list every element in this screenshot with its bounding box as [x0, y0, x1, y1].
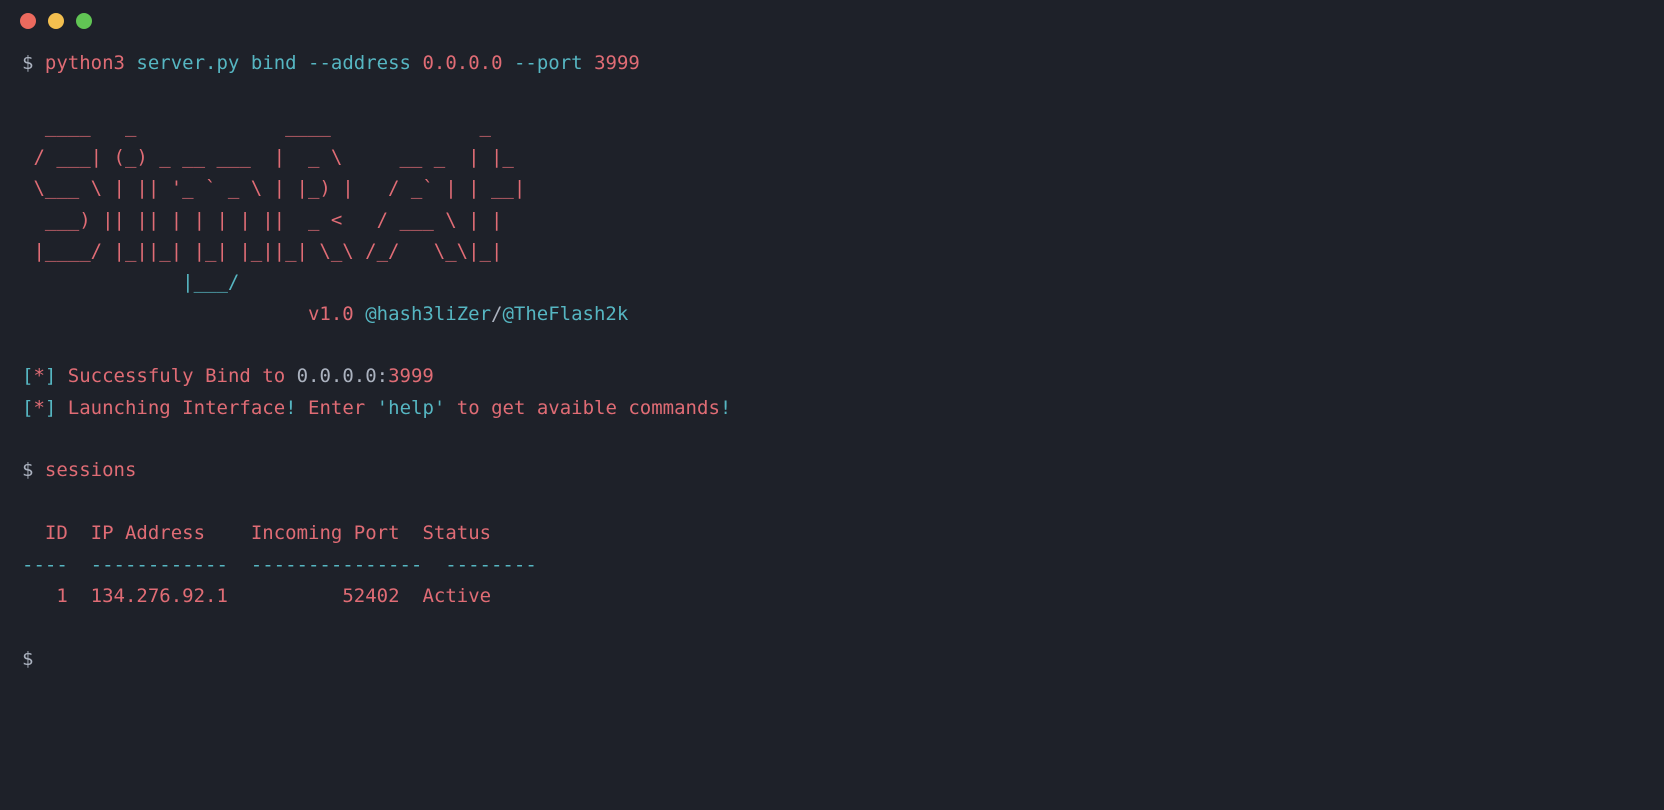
author-handle-1: @hash3liZer [365, 303, 491, 325]
version-text: v1.0 [308, 303, 365, 325]
cell-status: Active [422, 585, 491, 607]
help-keyword: help [388, 397, 434, 419]
col-hdr-ip: IP Address [91, 522, 228, 544]
banner-line [22, 303, 308, 325]
status-launch-a: Launching Interface [68, 397, 285, 419]
author-handle-2: @TheFlash2k [502, 303, 628, 325]
close-icon[interactable] [20, 13, 36, 29]
cmd-sub: bind [251, 52, 297, 74]
star-icon: * [33, 365, 44, 387]
prompt-symbol: $ [22, 459, 45, 481]
flag-port: --port [514, 52, 583, 74]
fullscreen-icon[interactable] [76, 13, 92, 29]
col-hdr-port: Incoming Port [251, 522, 400, 544]
arg-port: 3999 [594, 52, 640, 74]
cmd-sessions: sessions [45, 459, 137, 481]
table-rule: ---- ------------ --------------- ------… [22, 554, 537, 576]
col-hdr-id: ID [22, 522, 68, 544]
arg-address: 0.0.0.0 [422, 52, 502, 74]
prompt-symbol: $ [22, 52, 45, 74]
flag-address: --address [308, 52, 411, 74]
star-icon: * [33, 397, 44, 419]
cmd-exe: python3 [45, 52, 125, 74]
minimize-icon[interactable] [48, 13, 64, 29]
cell-id: 1 [22, 585, 68, 607]
status-bind-msg: Successfuly Bind to [68, 365, 297, 387]
cell-ip: 134.276.92.1 [91, 585, 228, 607]
ascii-banner: ____ _ ____ _ [22, 115, 491, 137]
prompt-symbol: $ [22, 648, 33, 670]
window-titlebar [0, 0, 1664, 42]
cmd-file: server.py [136, 52, 239, 74]
col-hdr-status: Status [422, 522, 514, 544]
terminal-body[interactable]: $ python3 server.py bind --address 0.0.0… [0, 42, 1664, 675]
cell-port: 52402 [251, 585, 400, 607]
